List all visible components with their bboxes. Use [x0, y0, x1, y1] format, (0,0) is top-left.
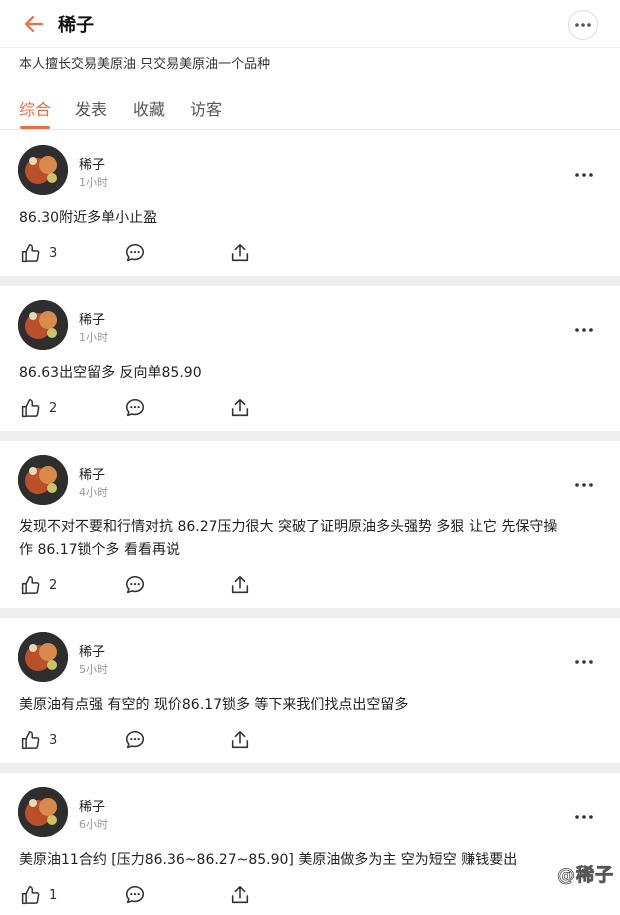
like-count: 2	[49, 577, 58, 593]
like-count: 3	[49, 732, 58, 748]
avatar[interactable]	[18, 787, 68, 837]
thumbs-up-icon	[21, 398, 40, 417]
thumbs-up-icon	[21, 243, 40, 262]
post-time: 1小时	[79, 331, 108, 344]
post-author[interactable]: 稀子	[79, 796, 105, 815]
post-more-button[interactable]	[574, 318, 594, 332]
share-button[interactable]	[229, 883, 251, 907]
post-author[interactable]: 稀子	[79, 154, 105, 173]
page-title: 稀子	[58, 15, 94, 36]
like-count: 3	[49, 245, 58, 261]
avatar[interactable]	[18, 632, 68, 682]
avatar[interactable]	[18, 300, 68, 350]
tab-overview[interactable]: 综合	[19, 96, 51, 120]
post-separator	[0, 608, 620, 618]
arrow-left-icon	[24, 15, 44, 33]
comment-icon	[125, 398, 145, 417]
post-author[interactable]: 稀子	[79, 309, 105, 328]
more-horizontal-icon	[575, 483, 593, 487]
active-tab-indicator	[20, 126, 50, 129]
post-actions: 2	[0, 396, 620, 420]
thumbs-up-icon	[21, 885, 40, 904]
comment-icon	[125, 730, 145, 749]
share-icon	[231, 398, 249, 417]
like-button[interactable]: 1	[20, 883, 57, 907]
post-separator	[0, 763, 620, 773]
post-author[interactable]: 稀子	[79, 641, 105, 660]
post-feed: 稀子 1小时 86.30附近多单小止盈 3 稀子 1小时 86.63出空留多 反…	[0, 131, 620, 915]
post-content: 86.63出空留多 反向单85.90	[19, 365, 202, 381]
like-button[interactable]: 3	[20, 728, 57, 752]
post-content: 美原油有点强 有空的 现价86.17锁多 等下来我们找点出空留多	[19, 697, 409, 713]
comment-button[interactable]	[124, 396, 146, 420]
post-time: 6小时	[79, 818, 108, 831]
comment-button[interactable]	[124, 241, 146, 265]
post-actions: 2	[0, 573, 620, 597]
post-content: 86.30附近多单小止盈	[19, 210, 158, 226]
thumbs-up-icon	[21, 575, 40, 594]
post-content: 发现不对不要和行情对抗 86.27压力很大 突破了证明原油多头强势 多狠 让它 …	[19, 516, 599, 562]
watermark: @稀子	[557, 865, 614, 887]
post-card: 稀子 1小时 86.63出空留多 反向单85.90 2	[0, 286, 620, 431]
tab-posts[interactable]: 发表	[75, 96, 107, 120]
post-more-button[interactable]	[574, 805, 594, 819]
post-actions: 3	[0, 728, 620, 752]
post-separator	[0, 276, 620, 286]
comment-icon	[125, 575, 145, 594]
post-actions: 1	[0, 883, 620, 907]
header-more-button[interactable]	[568, 10, 598, 40]
share-icon	[231, 575, 249, 594]
like-button[interactable]: 3	[20, 241, 57, 265]
more-horizontal-icon	[575, 660, 593, 664]
post-more-button[interactable]	[574, 473, 594, 487]
post-content-line: 作 86.17锁个多 看看再说	[19, 542, 180, 558]
post-card: 稀子 6小时 美原油11合约 [压力86.36~86.27~85.90] 美原油…	[0, 773, 620, 915]
comment-icon	[125, 243, 145, 262]
like-button[interactable]: 2	[20, 396, 57, 420]
comment-button[interactable]	[124, 883, 146, 907]
share-button[interactable]	[229, 573, 251, 597]
share-icon	[231, 730, 249, 749]
like-button[interactable]: 2	[20, 573, 57, 597]
more-horizontal-icon	[575, 328, 593, 332]
share-icon	[231, 243, 249, 262]
post-card: 稀子 4小时 发现不对不要和行情对抗 86.27压力很大 突破了证明原油多头强势…	[0, 441, 620, 608]
back-button[interactable]	[22, 12, 46, 36]
post-actions: 3	[0, 241, 620, 265]
tab-bar: 综合 发表 收藏 访客	[0, 82, 620, 130]
post-content: 美原油11合约 [压力86.36~86.27~85.90] 美原油做多为主 空为…	[19, 852, 518, 868]
post-time: 1小时	[79, 176, 108, 189]
profile-bio: 本人擅长交易美原油 只交易美原油一个品种	[19, 57, 271, 72]
post-time: 5小时	[79, 663, 108, 676]
comment-button[interactable]	[124, 573, 146, 597]
post-card: 稀子 1小时 86.30附近多单小止盈 3	[0, 131, 620, 276]
post-content-line: 发现不对不要和行情对抗 86.27压力很大 突破了证明原油多头强势 多狠 让它 …	[19, 519, 558, 535]
post-more-button[interactable]	[574, 163, 594, 177]
thumbs-up-icon	[21, 730, 40, 749]
like-count: 1	[49, 887, 58, 903]
post-separator	[0, 431, 620, 441]
post-more-button[interactable]	[574, 650, 594, 664]
tab-visitors[interactable]: 访客	[190, 96, 222, 120]
post-card: 稀子 5小时 美原油有点强 有空的 现价86.17锁多 等下来我们找点出空留多 …	[0, 618, 620, 763]
more-horizontal-icon	[575, 173, 593, 177]
app-header: 稀子	[0, 0, 620, 48]
avatar[interactable]	[18, 455, 68, 505]
more-horizontal-icon	[575, 815, 593, 819]
share-icon	[231, 885, 249, 904]
comment-button[interactable]	[124, 728, 146, 752]
tab-favorites[interactable]: 收藏	[133, 96, 165, 120]
like-count: 2	[49, 400, 58, 416]
comment-icon	[125, 885, 145, 904]
post-time: 4小时	[79, 486, 108, 499]
share-button[interactable]	[229, 728, 251, 752]
avatar[interactable]	[18, 145, 68, 195]
post-author[interactable]: 稀子	[79, 464, 105, 483]
share-button[interactable]	[229, 241, 251, 265]
share-button[interactable]	[229, 396, 251, 420]
more-horizontal-icon	[575, 23, 591, 27]
